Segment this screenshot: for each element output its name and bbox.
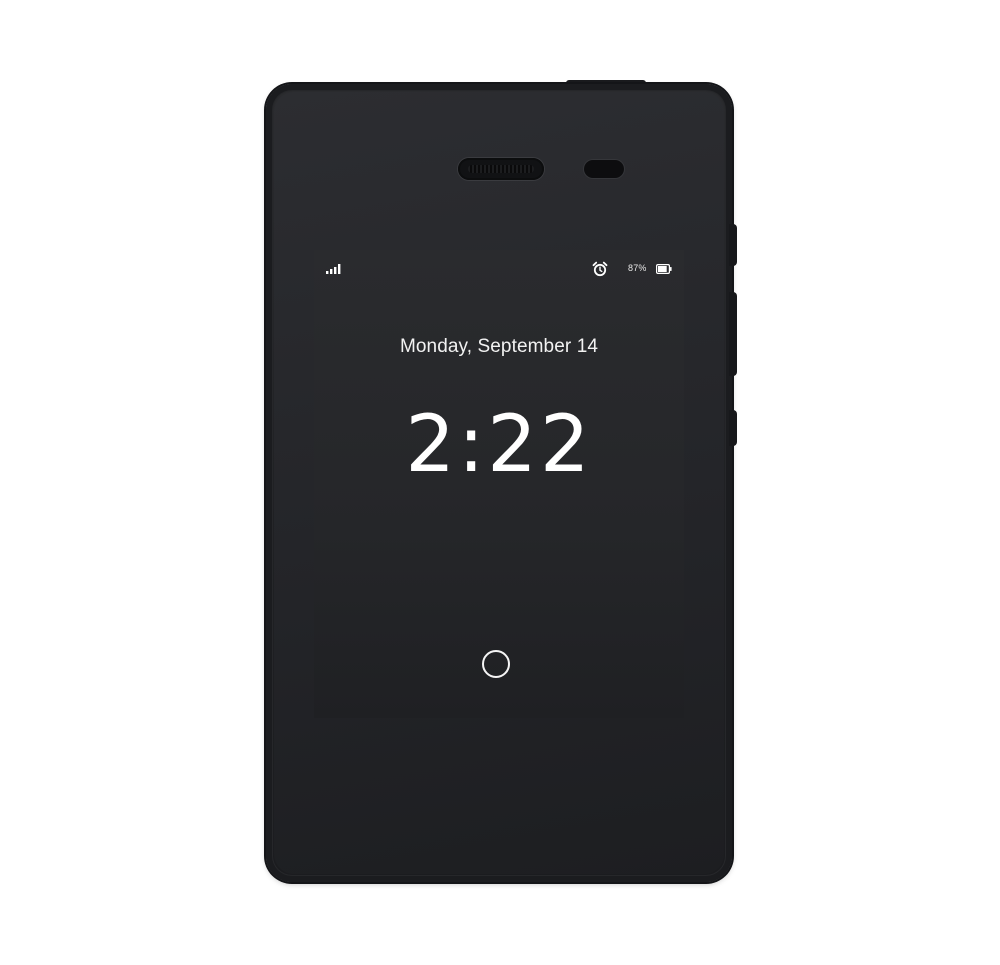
circle-home-icon[interactable] xyxy=(482,650,510,678)
earpiece-speaker xyxy=(458,158,544,180)
side-button-bottom[interactable] xyxy=(729,410,737,446)
battery-percentage: 87% xyxy=(628,263,647,273)
battery-icon xyxy=(656,264,672,274)
lock-screen: 87% Monday, September 14 2:22 xyxy=(314,250,684,718)
front-camera xyxy=(584,160,624,178)
status-bar: 87% xyxy=(314,260,684,278)
lock-screen-time: 2:22 xyxy=(405,400,593,490)
lock-screen-date: Monday, September 14 xyxy=(399,336,599,357)
side-button-volume[interactable] xyxy=(729,292,737,376)
canvas: 87% Monday, September 14 2:22 xyxy=(0,0,1000,965)
alarm-clock-icon xyxy=(592,261,608,277)
signal-bars-icon xyxy=(326,264,341,274)
side-button-top[interactable] xyxy=(729,224,737,266)
